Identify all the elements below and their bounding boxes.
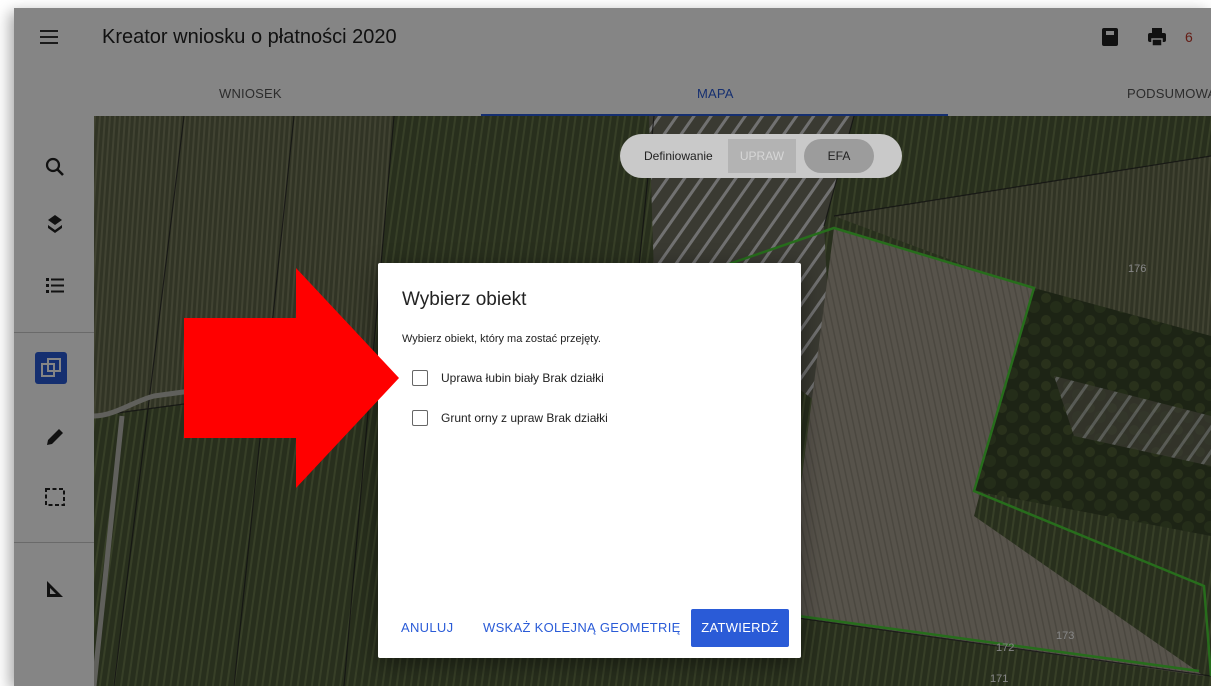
next-geometry-button[interactable]: WSKAŻ KOLEJNĄ GEOMETRIĘ [483, 609, 681, 647]
mode-toggle-label: Definiowanie [644, 149, 713, 163]
dialog-title: Wybierz obiekt [402, 289, 527, 310]
red-arrow-annotation [184, 268, 399, 488]
cancel-button[interactable]: ANULUJ [401, 609, 453, 647]
option-label: Grunt orny z upraw Brak działki [441, 411, 608, 425]
mode-toggle: Definiowanie UPRAW EFA [620, 134, 902, 178]
confirm-button[interactable]: ZATWIERDŹ [691, 609, 789, 647]
mode-upraw-button[interactable]: UPRAW [728, 139, 796, 173]
app-window: Kreator wniosku o płatności 2020 6 WNIOS… [14, 8, 1211, 686]
checkbox[interactable] [412, 370, 428, 386]
checkbox[interactable] [412, 410, 428, 426]
dialog-subtitle: Wybierz obiekt, który ma zostać przejęty… [402, 333, 601, 345]
option-label: Uprawa łubin biały Brak działki [441, 371, 604, 385]
select-object-dialog: Wybierz obiekt Wybierz obiekt, który ma … [378, 263, 801, 658]
mode-efa-button[interactable]: EFA [804, 139, 874, 173]
